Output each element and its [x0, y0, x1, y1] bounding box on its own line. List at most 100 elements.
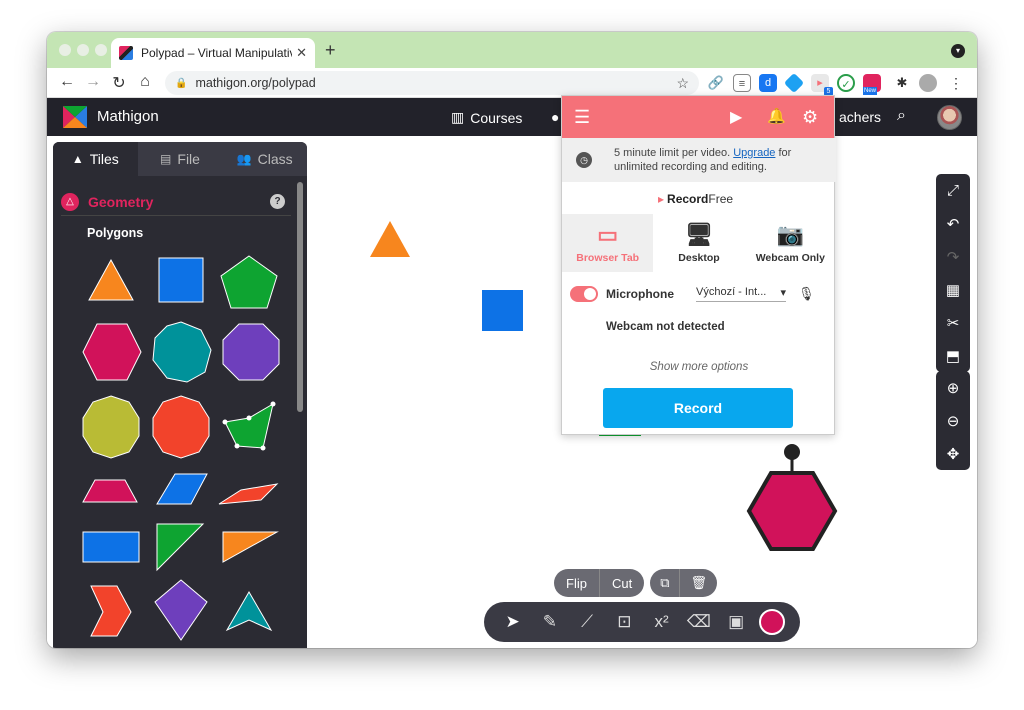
browser-tab[interactable]: Polypad – Virtual Manipulatives ✕: [111, 38, 315, 68]
bookmark-star-icon[interactable]: ☆: [676, 75, 689, 92]
nav-courses[interactable]: ▥ Courses: [451, 109, 522, 126]
image-icon[interactable]: ▣: [722, 612, 750, 632]
tile-dodecagon[interactable]: [152, 395, 210, 459]
text-icon[interactable]: ⊡: [610, 612, 638, 632]
tile-dart[interactable]: [225, 591, 273, 632]
url-text: mathigon.org/polypad: [195, 76, 316, 90]
nav-teachers-label-wrap[interactable]: achers: [839, 109, 881, 125]
export-image-icon[interactable]: ⬒: [936, 339, 970, 372]
tile-heptagon[interactable]: [152, 321, 212, 383]
puzzle-extensions-icon[interactable]: ✱: [893, 74, 911, 92]
brand-name[interactable]: Mathigon: [97, 108, 159, 125]
pen-icon[interactable]: ✎: [536, 612, 564, 632]
vertex-handle[interactable]: [234, 443, 240, 449]
tab-tiles[interactable]: ▲ Tiles: [53, 142, 138, 176]
tile-hexagon[interactable]: [82, 323, 142, 381]
mode-browser-tab[interactable]: ▭ Browser Tab: [562, 214, 654, 272]
close-tab-icon[interactable]: ✕: [296, 45, 307, 61]
vertex-handle[interactable]: [246, 415, 252, 421]
redo-icon[interactable]: ↷: [936, 240, 970, 273]
pan-icon[interactable]: ✥: [936, 437, 970, 470]
settings-gear-icon[interactable]: ⚙: [802, 107, 818, 128]
panel-scrollbar[interactable]: [297, 182, 303, 412]
checker-extension-icon[interactable]: ✓: [837, 74, 855, 92]
tile-chevron[interactable]: [90, 585, 132, 637]
color-picker-swatch[interactable]: [759, 609, 786, 635]
record-button[interactable]: Record: [603, 388, 793, 428]
polypad-canvas[interactable]: ▲ Tiles ▤ File 👥 Class △ Geometry ? Polygon…: [47, 136, 977, 648]
undo-icon[interactable]: ↶: [936, 207, 970, 240]
close-window-button[interactable]: [59, 44, 71, 56]
geometry-section-header[interactable]: △ Geometry ?: [61, 188, 291, 216]
tile-trapezoid[interactable]: [82, 479, 138, 503]
forward-arrow-icon[interactable]: →: [83, 73, 103, 91]
home-icon[interactable]: ⌂: [135, 73, 155, 91]
tile-rhombus[interactable]: [156, 473, 208, 505]
vertex-handle[interactable]: [270, 401, 276, 407]
eraser-icon[interactable]: ⌫: [685, 612, 713, 632]
canvas-triangle[interactable]: [370, 221, 410, 257]
microphone-toggle[interactable]: [570, 286, 598, 302]
link-extension-icon[interactable]: 🔗: [707, 74, 725, 92]
pointer-icon[interactable]: ➤: [499, 612, 527, 632]
tab-file[interactable]: ▤ File: [138, 142, 223, 176]
tab-search-icon[interactable]: ▾: [951, 44, 965, 58]
new-extension-icon[interactable]: New: [863, 74, 881, 95]
microphone-select[interactable]: Výchozí - Int... ▾: [696, 286, 786, 302]
vertex-handle[interactable]: [222, 419, 228, 425]
tile-right-triangle[interactable]: [156, 523, 205, 572]
flip-button[interactable]: Flip: [554, 569, 600, 597]
tile-octagon[interactable]: [222, 323, 280, 381]
zoom-in-icon[interactable]: ⊕: [936, 371, 970, 404]
fullscreen-icon[interactable]: ⤢: [936, 174, 970, 207]
mode-webcam-only[interactable]: 📷 Webcam Only: [745, 214, 836, 272]
teachers-icon: ●: [551, 109, 560, 125]
address-bar[interactable]: 🔒 mathigon.org/polypad ☆: [165, 71, 699, 95]
mode-desktop[interactable]: 🖥 Desktop: [653, 214, 744, 272]
tile-custom-polygon[interactable]: [224, 402, 274, 449]
vertex-handle[interactable]: [260, 445, 266, 451]
tile-triangle[interactable]: [88, 258, 134, 301]
canvas-hexagon[interactable]: [746, 471, 838, 551]
duplicate-icon[interactable]: ⧉: [650, 569, 681, 597]
show-more-options-link[interactable]: Show more options: [562, 361, 836, 373]
notifications-bell-icon[interactable]: 🔔: [767, 107, 786, 125]
new-badge: New: [863, 87, 878, 95]
d-extension-icon[interactable]: d: [759, 74, 777, 92]
canvas-square[interactable]: [482, 290, 523, 331]
upgrade-link[interactable]: Upgrade: [733, 147, 775, 159]
maximize-window-button[interactable]: [95, 44, 107, 56]
tab-class[interactable]: 👥 Class: [222, 142, 307, 176]
line-icon[interactable]: ⟋: [573, 612, 601, 632]
reload-icon[interactable]: ↻: [109, 73, 129, 93]
tile-right-triangle-orange[interactable]: [222, 531, 279, 563]
browser-menu-icon[interactable]: ⋮: [947, 74, 965, 92]
user-avatar[interactable]: [937, 105, 962, 130]
tile-decagon[interactable]: [82, 395, 140, 459]
grid-icon[interactable]: ▦: [936, 273, 970, 306]
recordings-icon[interactable]: ▶: [730, 107, 742, 127]
new-tab-button[interactable]: +: [325, 40, 336, 61]
tile-thin-parallelogram[interactable]: [218, 483, 279, 505]
reader-extension-icon[interactable]: ≡: [733, 74, 751, 92]
profile-avatar-icon[interactable]: [919, 74, 937, 92]
hamburger-menu-icon[interactable]: ☰: [574, 107, 590, 128]
mathigon-logo-icon[interactable]: [63, 106, 87, 128]
mathigon-favicon-icon: [119, 46, 133, 60]
help-icon[interactable]: ?: [270, 194, 285, 209]
diamond-extension-icon[interactable]: [783, 72, 805, 94]
search-icon[interactable]: ⌕: [897, 107, 906, 125]
tile-pentagon[interactable]: [220, 255, 278, 309]
equation-icon[interactable]: x²: [648, 612, 676, 632]
cut-button[interactable]: Cut: [599, 569, 645, 597]
minimize-window-button[interactable]: [77, 44, 89, 56]
recordfree-extension-icon[interactable]: ▸ 5: [811, 74, 833, 96]
back-arrow-icon[interactable]: ←: [57, 73, 77, 91]
tile-square[interactable]: [158, 257, 204, 303]
tile-kite[interactable]: [154, 579, 208, 641]
tools-icon[interactable]: ✂: [936, 306, 970, 339]
zoom-out-icon[interactable]: ⊖: [936, 404, 970, 437]
rotate-handle[interactable]: [784, 444, 800, 460]
delete-icon[interactable]: 🗑: [680, 569, 717, 597]
tile-rectangle[interactable]: [82, 531, 140, 563]
